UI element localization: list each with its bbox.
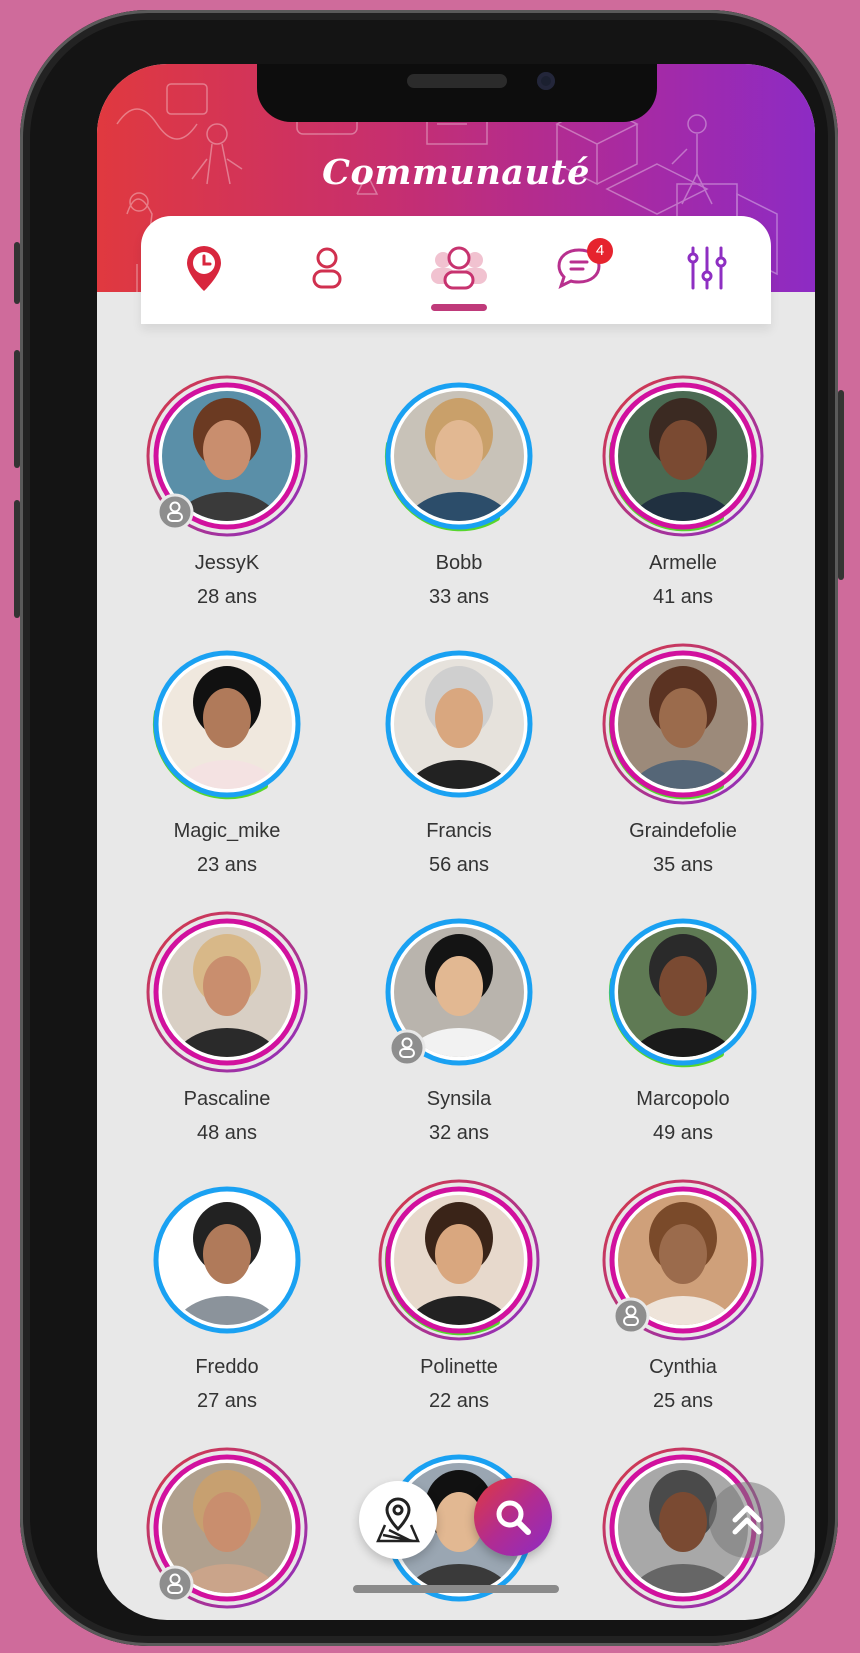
tab-nearby[interactable] <box>174 234 234 304</box>
member-card[interactable]: Polinette 22 ans <box>353 1178 553 1418</box>
filter-sliders-icon <box>687 246 727 290</box>
member-name: Bobb <box>435 552 483 574</box>
avatar[interactable] <box>601 1178 765 1342</box>
member-name: Graindefolie <box>629 820 737 842</box>
community-icon <box>431 246 487 290</box>
avatar[interactable] <box>377 374 541 538</box>
message-count-badge: 4 <box>587 238 613 264</box>
member-card[interactable]: Cynthia 25 ans <box>577 1178 777 1418</box>
avatar[interactable] <box>145 910 309 1074</box>
member-card[interactable]: Marcopolo 49 ans <box>577 910 777 1150</box>
member-name: Marcopolo <box>636 1088 730 1110</box>
profile-badge-icon <box>388 1029 426 1067</box>
member-age: 35 ans <box>652 854 714 876</box>
member-age: 48 ans <box>196 1122 258 1144</box>
avatar[interactable] <box>145 1446 309 1610</box>
member-age: 49 ans <box>652 1122 714 1144</box>
member-age: 23 ans <box>196 854 258 876</box>
avatar[interactable] <box>601 642 765 806</box>
member-name: Francis <box>426 820 492 842</box>
mute-switch <box>14 242 20 304</box>
member-age: 41 ans <box>652 586 714 608</box>
member-age: 25 ans <box>652 1390 714 1412</box>
avatar[interactable] <box>377 642 541 806</box>
tab-bar: 4 <box>141 216 771 324</box>
page-title: Communauté <box>322 152 590 193</box>
member-card[interactable]: Kamille <box>121 1446 321 1620</box>
app-screen: Communauté 4 JessyK 28 ans Bobb 33 ans A… <box>97 64 815 1620</box>
member-name: Cynthia <box>649 1356 717 1378</box>
avatar[interactable] <box>145 374 309 538</box>
member-age: 28 ans <box>196 586 258 608</box>
avatar[interactable] <box>377 910 541 1074</box>
map-view-button[interactable] <box>359 1481 437 1559</box>
volume-down-button <box>14 500 20 618</box>
active-tab-indicator <box>431 304 487 311</box>
tab-community[interactable] <box>429 234 489 304</box>
member-card[interactable]: Bobb 33 ans <box>353 374 553 614</box>
device-notch <box>257 64 657 122</box>
home-indicator <box>353 1585 559 1593</box>
search-icon <box>496 1500 531 1535</box>
member-card[interactable]: Graindefolie 35 ans <box>577 642 777 882</box>
phone-frame: Communauté 4 JessyK 28 ans Bobb 33 ans A… <box>14 10 844 1646</box>
avatar[interactable] <box>601 910 765 1074</box>
member-card[interactable]: Freddo 27 ans <box>121 1178 321 1418</box>
member-age: 32 ans <box>428 1122 490 1144</box>
member-card[interactable]: Synsila 32 ans <box>353 910 553 1150</box>
member-name: Synsila <box>426 1088 492 1110</box>
member-age: 27 ans <box>196 1390 258 1412</box>
avatar[interactable] <box>145 1178 309 1342</box>
member-name: JessyK <box>194 552 260 574</box>
power-button <box>838 390 844 580</box>
tab-profile[interactable] <box>297 234 357 304</box>
front-camera <box>537 72 555 90</box>
member-age: 33 ans <box>428 586 490 608</box>
member-name: Magic_mike <box>173 820 281 842</box>
volume-up-button <box>14 350 20 468</box>
clock-pin-icon <box>187 246 221 291</box>
profile-badge-icon <box>156 493 194 531</box>
member-card[interactable]: Francis 56 ans <box>353 642 553 882</box>
member-card[interactable]: Armelle 41 ans <box>577 374 777 614</box>
speaker-grille <box>407 74 507 88</box>
member-card[interactable]: Magic_mike 23 ans <box>121 642 321 882</box>
member-name: Armelle <box>649 552 717 574</box>
member-name: Pascaline <box>183 1088 271 1110</box>
double-chevron-up-icon <box>732 1505 762 1535</box>
member-card[interactable]: JessyK 28 ans <box>121 374 321 614</box>
profile-badge-icon <box>612 1297 650 1335</box>
map-pin-icon <box>376 1497 420 1543</box>
member-card[interactable]: Pascaline 48 ans <box>121 910 321 1150</box>
member-age: 22 ans <box>428 1390 490 1412</box>
profile-badge-icon <box>156 1565 194 1603</box>
member-name: Polinette <box>420 1356 498 1378</box>
avatar[interactable] <box>377 1178 541 1342</box>
avatar[interactable] <box>145 642 309 806</box>
person-icon <box>312 247 342 289</box>
avatar[interactable] <box>601 374 765 538</box>
search-button[interactable] <box>474 1478 552 1556</box>
member-name: Freddo <box>195 1356 259 1378</box>
scroll-to-top-button[interactable] <box>709 1482 785 1558</box>
member-age: 56 ans <box>428 854 490 876</box>
tab-filters[interactable] <box>677 234 737 304</box>
